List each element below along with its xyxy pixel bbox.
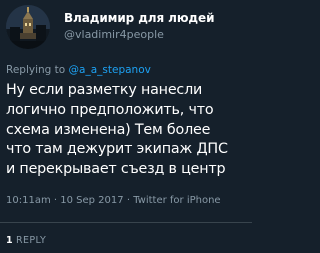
replying-to-link[interactable]: @a_a_stepanov — [69, 64, 151, 76]
replying-to-label: Replying to — [6, 64, 69, 76]
meta-separator: · — [126, 195, 131, 206]
tweet-text-line: что там дежурит экипаж ДПС — [6, 141, 228, 158]
tweet-text-line: схема изменена) Тем более — [6, 121, 211, 138]
avatar[interactable] — [6, 5, 50, 49]
tweet-text: Ну если разметку нанесли логично предпол… — [6, 81, 250, 180]
tweet-header: Владимир для людей @vladimir4people — [6, 4, 246, 49]
tweet-text-line: Ну если разметку нанесли — [6, 82, 203, 98]
tweet-text-line: и перекрывает съезд в центр — [6, 161, 226, 178]
reply-stat[interactable]: 1 REPLY — [6, 235, 46, 246]
meta-separator: · — [53, 195, 58, 206]
tweet-source: Twitter for iPhone — [133, 195, 221, 206]
tweet-text-line: логично предположить, что — [6, 101, 214, 118]
author-handle[interactable]: @vladimir4people — [64, 28, 164, 41]
tweet-meta: 10:11am · 10 Sep 2017 · Twitter for iPho… — [6, 195, 221, 206]
tweet-date[interactable]: 10 Sep 2017 — [60, 195, 123, 206]
replying-to: Replying to @a_a_stepanov — [6, 64, 151, 76]
tweet-time[interactable]: 10:11am — [6, 195, 51, 206]
city-photo-avatar-icon — [6, 5, 50, 49]
reply-label: REPLY — [16, 235, 47, 246]
author-name[interactable]: Владимир для людей — [64, 11, 214, 25]
tweet-card: Владимир для людей @vladimir4people Repl… — [0, 0, 252, 253]
reply-count: 1 — [6, 235, 14, 246]
divider — [0, 222, 252, 223]
